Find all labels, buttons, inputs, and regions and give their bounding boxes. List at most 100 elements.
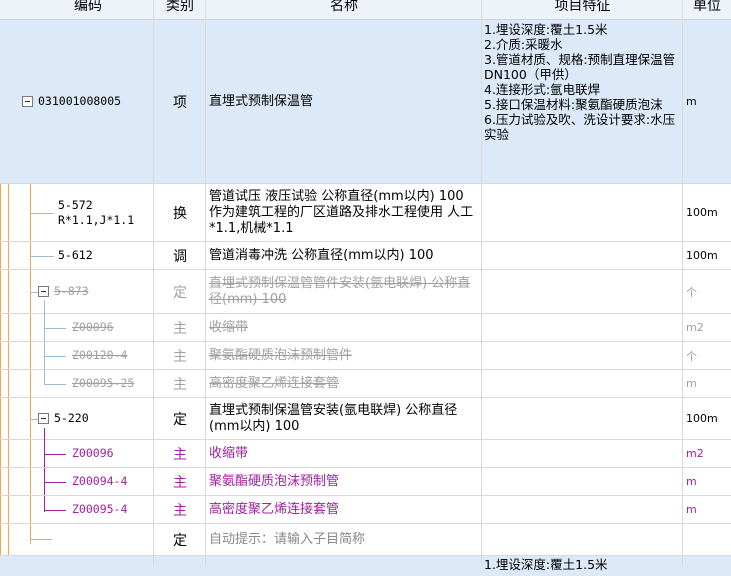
type-cell: 主 — [173, 502, 187, 519]
column-header-unit[interactable]: 单位 — [683, 0, 731, 20]
features-cell: 1.埋设深度:覆土1.5米 2.介质:采暖水 3.管道材质、规格:预制直理保温管… — [482, 20, 683, 183]
code-text: Z00120-4 — [72, 348, 128, 362]
unit-cell: m2 — [686, 321, 704, 334]
table-row[interactable]: Z00094-4 主 聚氨酯硬质泡沫预制管 m — [0, 468, 731, 496]
type-cell: 换 — [173, 205, 187, 222]
type-cell: 主 — [173, 446, 187, 463]
table-row[interactable]: 031001008005 项 直埋式预制保温管 1.埋设深度:覆土1.5米 2.… — [0, 20, 731, 184]
table-row[interactable]: 1.埋设深度:覆土1.5米 — [0, 556, 731, 576]
features-cell — [482, 342, 683, 369]
code-cell: Z00094-4 — [22, 468, 154, 495]
code-cell: 5-572 R*1.1,J*1.1 — [22, 184, 154, 241]
column-header-features[interactable]: 项目特征 — [482, 0, 683, 20]
table-row[interactable]: Z00096 主 收缩带 m2 — [0, 314, 731, 342]
type-cell: 项 — [173, 94, 187, 111]
feature-line: 1.埋设深度:覆土1.5米 — [484, 22, 608, 37]
table-row[interactable]: 定 自动提示：请输入子目简称 — [0, 524, 731, 556]
code-cell: 031001008005 — [22, 20, 154, 183]
table-row[interactable]: Z00120-4 主 聚氨酯硬质泡沫预制管件 个 — [0, 342, 731, 370]
code-cell: Z00120-4 — [22, 342, 154, 369]
features-cell — [482, 468, 683, 495]
feature-line: 2.介质:采暖水 — [484, 37, 563, 52]
feature-line: 3.管道材质、规格:预制直理保温管DN100（甲供） — [484, 52, 676, 82]
code-cell: 5-220 — [22, 398, 154, 439]
code-cell: Z00096 — [22, 440, 154, 467]
column-divider[interactable] — [153, 0, 154, 565]
code-cell: Z00095-25 — [22, 370, 154, 397]
type-cell: 主 — [173, 320, 187, 337]
code-text: Z00095-4 — [72, 502, 128, 516]
unit-cell — [683, 524, 731, 555]
unit-cell: 个 — [686, 285, 697, 299]
name-cell: 直埋式预制保温管 — [209, 93, 314, 109]
feature-line: 4.连接形式:氩电联焊 — [484, 82, 601, 97]
features-cell — [482, 314, 683, 341]
name-cell: 直埋式预制保温管安装(氩电联焊) 公称直径(mm以内) 100 — [209, 402, 458, 434]
column-header-type[interactable]: 类别 — [154, 0, 206, 20]
features-cell — [482, 184, 683, 241]
code-text: 5-572 — [58, 197, 93, 212]
code-text: Z00096 — [72, 320, 114, 334]
code-cell: 5-873 — [22, 270, 154, 313]
table-row[interactable]: Z00096 主 收缩带 m2 — [0, 440, 731, 468]
type-cell: 主 — [173, 376, 187, 393]
unit-cell: m — [686, 377, 697, 390]
unit-cell: m2 — [686, 447, 704, 460]
feature-line: 6.压力试验及吹、洗设计要求:水压实验 — [484, 112, 676, 142]
code-cell: Z00096 — [22, 314, 154, 341]
code-input[interactable] — [22, 524, 154, 555]
code-modifier: R*1.1,J*1.1 — [58, 212, 135, 227]
column-divider[interactable] — [205, 0, 206, 565]
features-cell — [482, 398, 683, 439]
name-cell: 高密度聚乙烯连接套管 — [209, 501, 340, 517]
unit-cell: 100m — [686, 206, 718, 219]
features-cell — [482, 496, 683, 523]
code-text: Z00094-4 — [72, 474, 128, 488]
unit-cell: m — [686, 475, 697, 488]
table-row[interactable]: Z00095-4 主 高密度聚乙烯连接套管 m — [0, 496, 731, 524]
collapse-icon[interactable] — [38, 286, 49, 297]
collapse-icon[interactable] — [22, 96, 33, 107]
features-cell — [482, 270, 683, 313]
name-cell: 管道试压 液压试验 公称直径(mm以内) 100 作为建筑工程的厂区道路及排水工… — [209, 188, 477, 236]
unit-cell: 100m — [686, 412, 718, 425]
features-cell — [482, 440, 683, 467]
table-row[interactable]: 5-873 定 直埋式预制保温管管件安装(氩电联焊) 公称直径(mm) 100 … — [0, 270, 731, 314]
column-header-name[interactable]: 名称 — [206, 0, 482, 20]
code-text: Z00095-25 — [72, 376, 135, 390]
name-cell: 收缩带 — [209, 445, 249, 461]
code-text: 5-873 — [54, 284, 89, 298]
name-cell: 聚氨酯硬质泡沫预制管 — [209, 473, 340, 489]
column-divider[interactable] — [481, 0, 482, 565]
feature-line: 5.接口保温材料:聚氨酯硬质泡沫 — [484, 97, 663, 112]
type-cell: 主 — [173, 348, 187, 365]
column-divider[interactable] — [682, 0, 683, 565]
table-row[interactable]: 5-612 调 管道消毒冲洗 公称直径(mm以内) 100 100m — [0, 242, 731, 270]
name-cell: 聚氨酯硬质泡沫预制管件 — [209, 347, 353, 363]
unit-cell: m — [686, 503, 697, 516]
features-cell — [482, 524, 683, 555]
name-input[interactable]: 自动提示：请输入子目简称 — [206, 524, 482, 555]
name-cell: 收缩带 — [209, 319, 249, 335]
type-cell: 定 — [173, 411, 187, 428]
features-cell — [482, 370, 683, 397]
type-cell: 主 — [173, 474, 187, 491]
code-text: 031001008005 — [38, 94, 122, 108]
type-cell: 定 — [173, 532, 187, 549]
unit-cell: 个 — [686, 349, 697, 363]
code-text: Z00096 — [72, 446, 114, 460]
name-cell: 直埋式预制保温管管件安装(氩电联焊) 公称直径(mm) 100 — [209, 275, 471, 307]
name-cell: 高密度聚乙烯连接套管 — [209, 375, 340, 391]
collapse-icon[interactable] — [38, 413, 49, 424]
table-row[interactable]: 5-220 定 直埋式预制保温管安装(氩电联焊) 公称直径(mm以内) 100 … — [0, 398, 731, 440]
code-cell: 5-612 — [22, 242, 154, 269]
column-header-code[interactable]: 编码 — [22, 0, 154, 20]
code-text: 5-220 — [54, 411, 89, 425]
name-cell: 管道消毒冲洗 公称直径(mm以内) 100 — [209, 247, 434, 263]
type-cell: 调 — [173, 248, 187, 265]
table-row[interactable]: 5-572 R*1.1,J*1.1 换 管道试压 液压试验 公称直径(mm以内)… — [0, 184, 731, 242]
table-row[interactable]: Z00095-25 主 高密度聚乙烯连接套管 m — [0, 370, 731, 398]
code-text: 5-612 — [58, 248, 93, 262]
table-header: 编码 类别 名称 项目特征 单位 — [0, 0, 731, 20]
code-cell: Z00095-4 — [22, 496, 154, 523]
